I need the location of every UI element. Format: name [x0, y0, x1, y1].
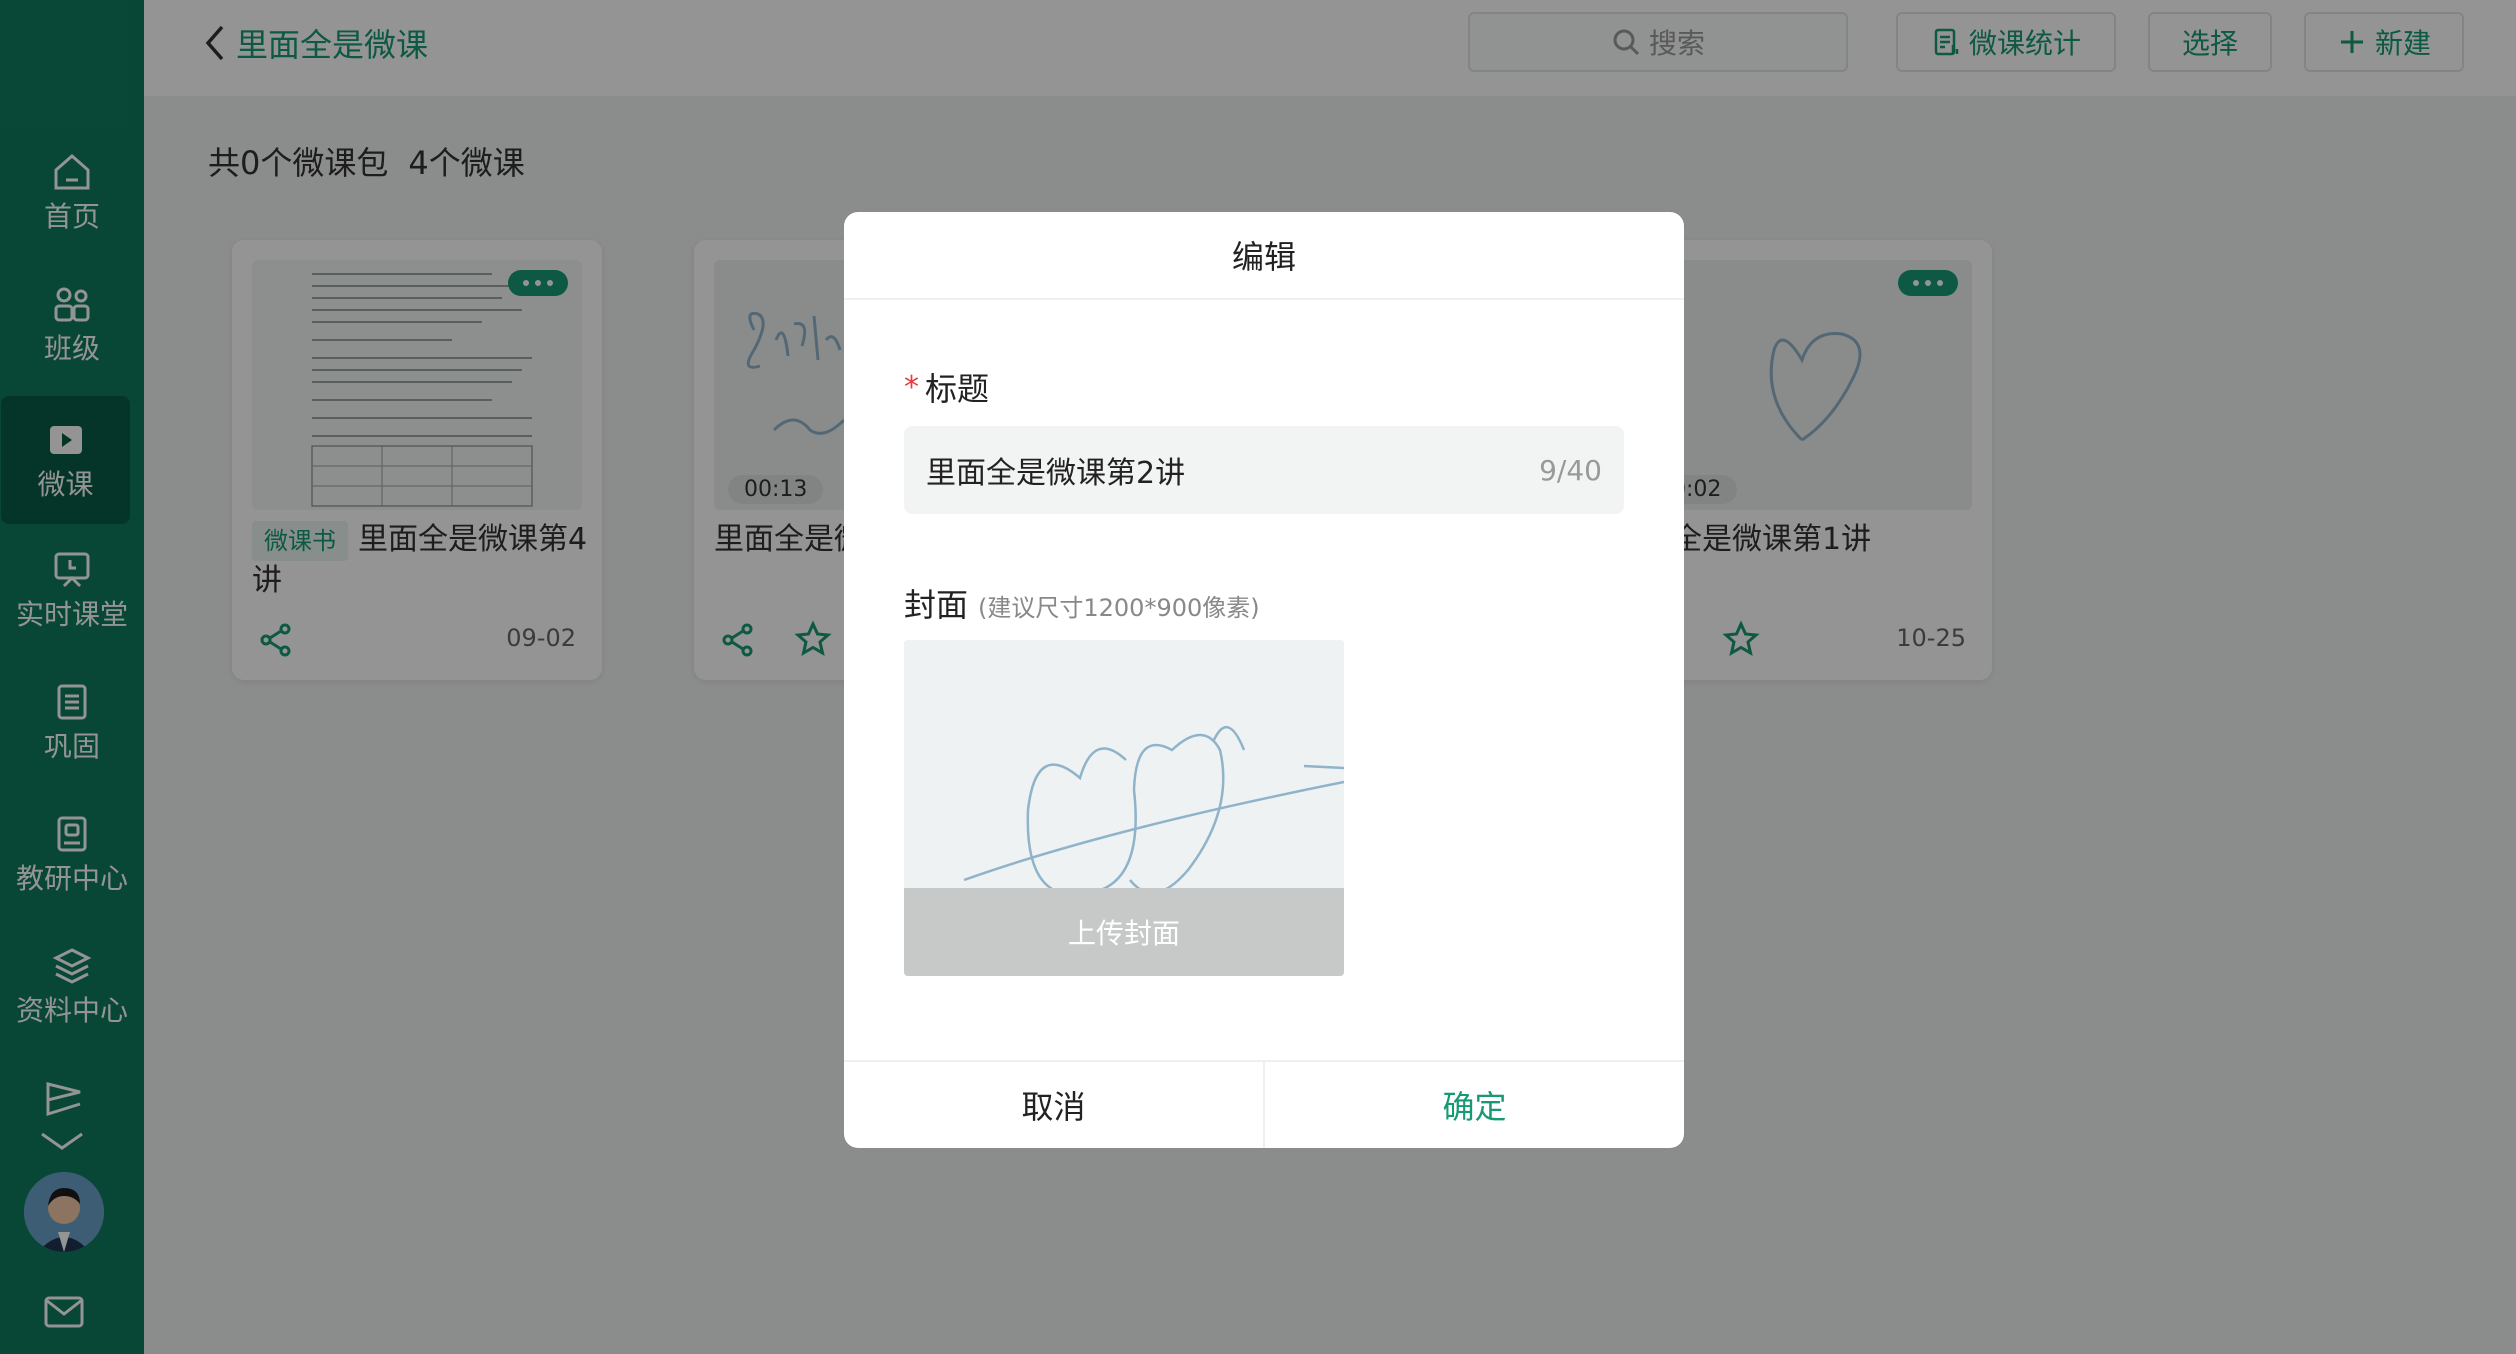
title-input-value: 里面全是微课第2讲 [926, 456, 1186, 491]
title-label-text: 标题 [925, 370, 990, 408]
title-label: * 标题 [904, 364, 989, 410]
dialog-title: 编辑 [844, 212, 1684, 300]
confirm-button[interactable]: 确定 [1265, 1062, 1684, 1148]
char-counter: 9/40 [1539, 453, 1602, 487]
dialog-footer: 取消 确定 [844, 1060, 1684, 1148]
title-input[interactable]: 里面全是微课第2讲 9/40 [904, 426, 1624, 514]
required-mark: * [904, 369, 919, 405]
cancel-button[interactable]: 取消 [844, 1062, 1265, 1148]
upload-cover-button[interactable]: 上传封面 [904, 888, 1344, 976]
cover-label: 封面 (建议尺寸1200*900像素) [904, 580, 1260, 626]
cover-preview[interactable]: 上传封面 [904, 640, 1344, 976]
cover-label-text: 封面 [904, 586, 969, 624]
app-root: 首页 班级 微课 实时课堂 巩固 教研中心 资料中心 里面全是微课 搜索 微课统… [0, 0, 2516, 1354]
edit-dialog: 编辑 * 标题 里面全是微课第2讲 9/40 封面 (建议尺寸1200*900像… [844, 212, 1684, 1148]
cover-hint: (建议尺寸1200*900像素) [978, 594, 1260, 622]
